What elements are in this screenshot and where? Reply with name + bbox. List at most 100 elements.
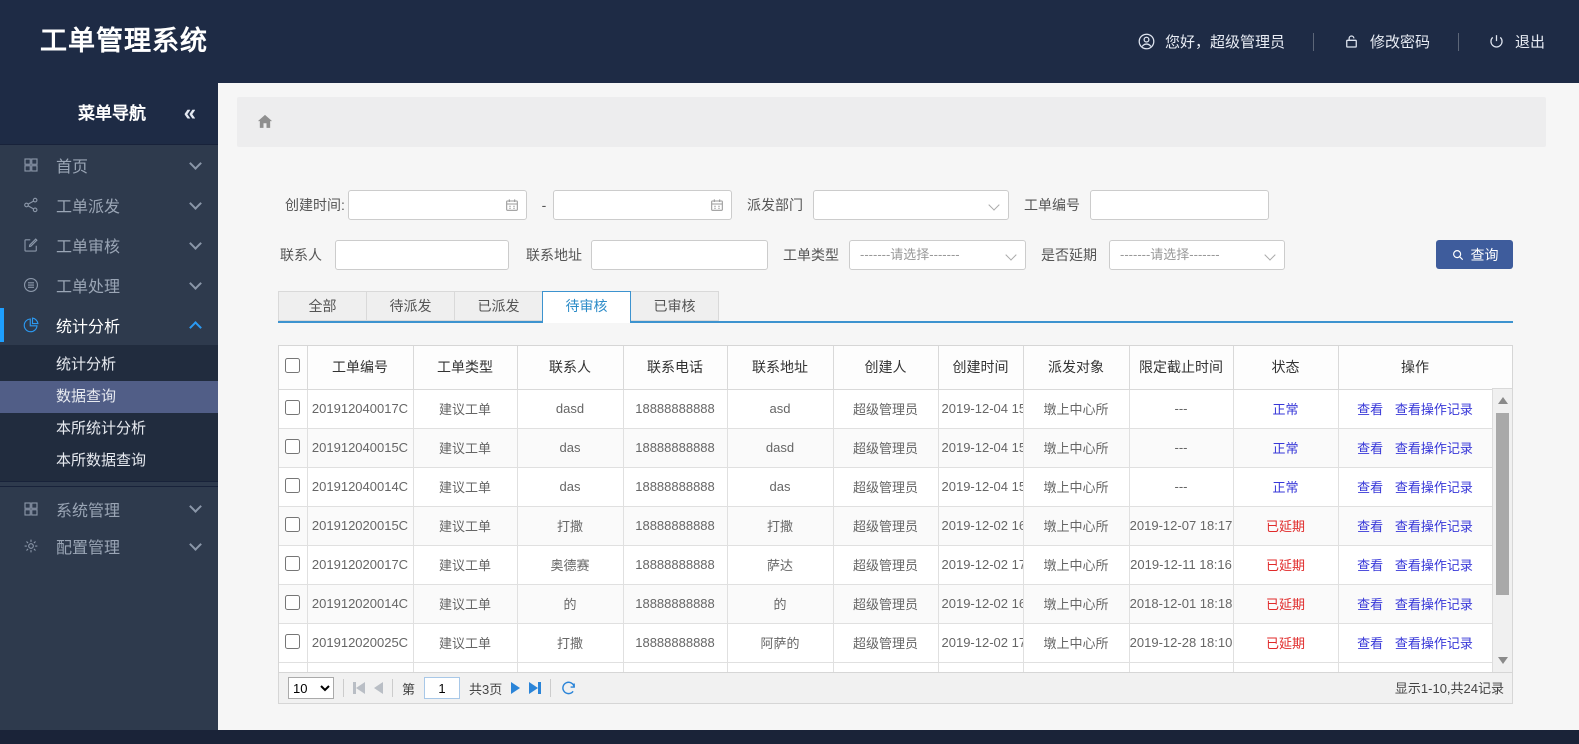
row-checkbox[interactable]	[285, 633, 301, 649]
row-checkbox-cell	[279, 584, 308, 624]
view-link[interactable]: 查看	[1357, 597, 1383, 612]
user-greeting[interactable]: 您好，超级管理员	[1137, 31, 1285, 52]
cell-order-type: 建议工单	[413, 545, 518, 585]
order-no-input[interactable]	[1090, 190, 1269, 220]
page-number-input[interactable]	[424, 677, 461, 699]
home-icon[interactable]	[255, 112, 275, 132]
view-log-link[interactable]: 查看操作记录	[1395, 636, 1473, 651]
delay-select[interactable]: -------请选择-------	[1109, 240, 1285, 270]
create-time-start-input[interactable]	[348, 190, 527, 220]
view-log-link[interactable]: 查看操作记录	[1395, 480, 1473, 495]
sidebar-collapse-icon[interactable]: «	[184, 83, 196, 143]
cell-created: 2019-12-04 15	[938, 428, 1024, 468]
row-checkbox[interactable]	[285, 477, 301, 493]
row-checkbox[interactable]	[285, 399, 301, 415]
page-size-select[interactable]: 10	[288, 677, 334, 699]
dispatch-dept-select[interactable]	[813, 190, 1009, 220]
cell-contact: das	[517, 428, 624, 468]
refresh-icon[interactable]	[560, 680, 577, 697]
scrollbar-header-cap	[1492, 346, 1512, 389]
view-link[interactable]: 查看	[1357, 402, 1383, 417]
tab-all[interactable]: 全部	[278, 291, 367, 321]
tab-reviewed[interactable]: 已审核	[630, 291, 719, 321]
cell-contact: 的	[517, 584, 624, 624]
view-log-link[interactable]: 查看操作记录	[1395, 441, 1473, 456]
first-page-button[interactable]	[353, 682, 365, 694]
scroll-down-arrow-icon[interactable]	[1498, 657, 1508, 664]
col-order-no: 工单编号	[307, 346, 414, 390]
view-link[interactable]: 查看	[1357, 519, 1383, 534]
cell-target: 墩上中心所	[1023, 584, 1130, 624]
view-log-link[interactable]: 查看操作记录	[1395, 402, 1473, 417]
sidebar-item-home[interactable]: 首页	[0, 145, 218, 185]
cell-order-no: 201912040014C	[307, 467, 414, 507]
cell-phone: 18888888888	[623, 623, 728, 663]
sidebar-item-statistics[interactable]: 统计分析	[0, 305, 218, 345]
cell-order-type: 建议工单	[413, 467, 518, 507]
tab-pending-dispatch[interactable]: 待派发	[366, 291, 455, 321]
address-input[interactable]	[591, 240, 768, 270]
sidebar-item-dispatch[interactable]: 工单派发	[0, 185, 218, 225]
submenu-item-local-data-query[interactable]: 本所数据查询	[0, 445, 218, 477]
view-log-link[interactable]: 查看操作记录	[1395, 519, 1473, 534]
cell-order-no: 201912040015C	[307, 428, 414, 468]
order-type-select[interactable]: -------请选择-------	[849, 240, 1026, 270]
submenu-item-statistics[interactable]: 统计分析	[0, 349, 218, 381]
sidebar-item-system[interactable]: 系统管理	[0, 486, 218, 526]
cell-order-type: 建议工单	[413, 584, 518, 624]
total-pages-label: 共3页	[469, 681, 503, 697]
last-page-button[interactable]	[529, 682, 542, 694]
cell-address: 的	[727, 584, 834, 624]
vertical-scrollbar[interactable]	[1492, 389, 1512, 672]
chevron-down-icon	[189, 537, 202, 551]
cell-contact: das	[517, 467, 624, 507]
view-link[interactable]: 查看	[1357, 636, 1383, 651]
submenu-item-data-query[interactable]: 数据查询	[0, 381, 218, 413]
view-link[interactable]: 查看	[1357, 441, 1383, 456]
row-checkbox[interactable]	[285, 555, 301, 571]
cell-order-type: 建议工单	[413, 428, 518, 468]
chevron-down-icon	[1264, 249, 1276, 261]
cell-contact: 奥德赛	[517, 545, 624, 585]
cell-creator: 超级管理员	[833, 584, 939, 624]
chevron-down-icon	[1005, 249, 1017, 261]
view-log-link[interactable]: 查看操作记录	[1395, 597, 1473, 612]
tab-pending-review[interactable]: 待审核	[542, 291, 631, 323]
sidebar-item-review[interactable]: 工单审核	[0, 225, 218, 265]
sidebar-item-config[interactable]: 配置管理	[0, 526, 218, 566]
select-all-checkbox[interactable]	[285, 358, 301, 374]
statistics-submenu: 统计分析 数据查询 本所统计分析 本所数据查询	[0, 345, 218, 482]
tab-dispatched[interactable]: 已派发	[454, 291, 543, 321]
contact-input[interactable]	[335, 240, 509, 270]
cell-phone: 18888888888	[623, 584, 728, 624]
sidebar-item-label: 系统管理	[56, 502, 121, 520]
cell-order-no: 201912020017C	[307, 545, 414, 585]
next-page-button[interactable]	[511, 682, 521, 694]
view-link[interactable]: 查看	[1357, 558, 1383, 573]
logout-button[interactable]: 退出	[1487, 31, 1545, 52]
cell-creator: 超级管理员	[833, 545, 939, 585]
cell-deadline: ---	[1129, 467, 1234, 507]
row-checkbox-cell	[279, 506, 308, 546]
prev-page-button[interactable]	[374, 682, 383, 694]
greeting-text: 您好，超级管理员	[1164, 34, 1285, 51]
pagination-bar: 10 第 共3页 显示1-10,共24记录	[279, 672, 1512, 703]
submenu-item-local-statistics[interactable]: 本所统计分析	[0, 413, 218, 445]
scroll-up-arrow-icon[interactable]	[1498, 397, 1508, 404]
view-log-link[interactable]: 查看操作记录	[1395, 558, 1473, 573]
row-checkbox-cell	[279, 662, 308, 672]
view-link[interactable]: 查看	[1357, 480, 1383, 495]
row-checkbox[interactable]	[285, 438, 301, 454]
range-separator: -	[541, 197, 547, 213]
search-button[interactable]: 查询	[1436, 240, 1513, 269]
row-checkbox[interactable]	[285, 516, 301, 532]
page-footer	[0, 730, 1579, 744]
breadcrumb	[237, 97, 1546, 147]
scrollbar-thumb[interactable]	[1496, 413, 1509, 595]
create-time-end-input[interactable]	[553, 190, 732, 220]
col-status: 状态	[1233, 346, 1339, 390]
change-password-button[interactable]: 修改密码	[1342, 31, 1430, 52]
grid-icon	[24, 158, 38, 172]
sidebar-item-process[interactable]: 工单处理	[0, 265, 218, 305]
row-checkbox[interactable]	[285, 594, 301, 610]
